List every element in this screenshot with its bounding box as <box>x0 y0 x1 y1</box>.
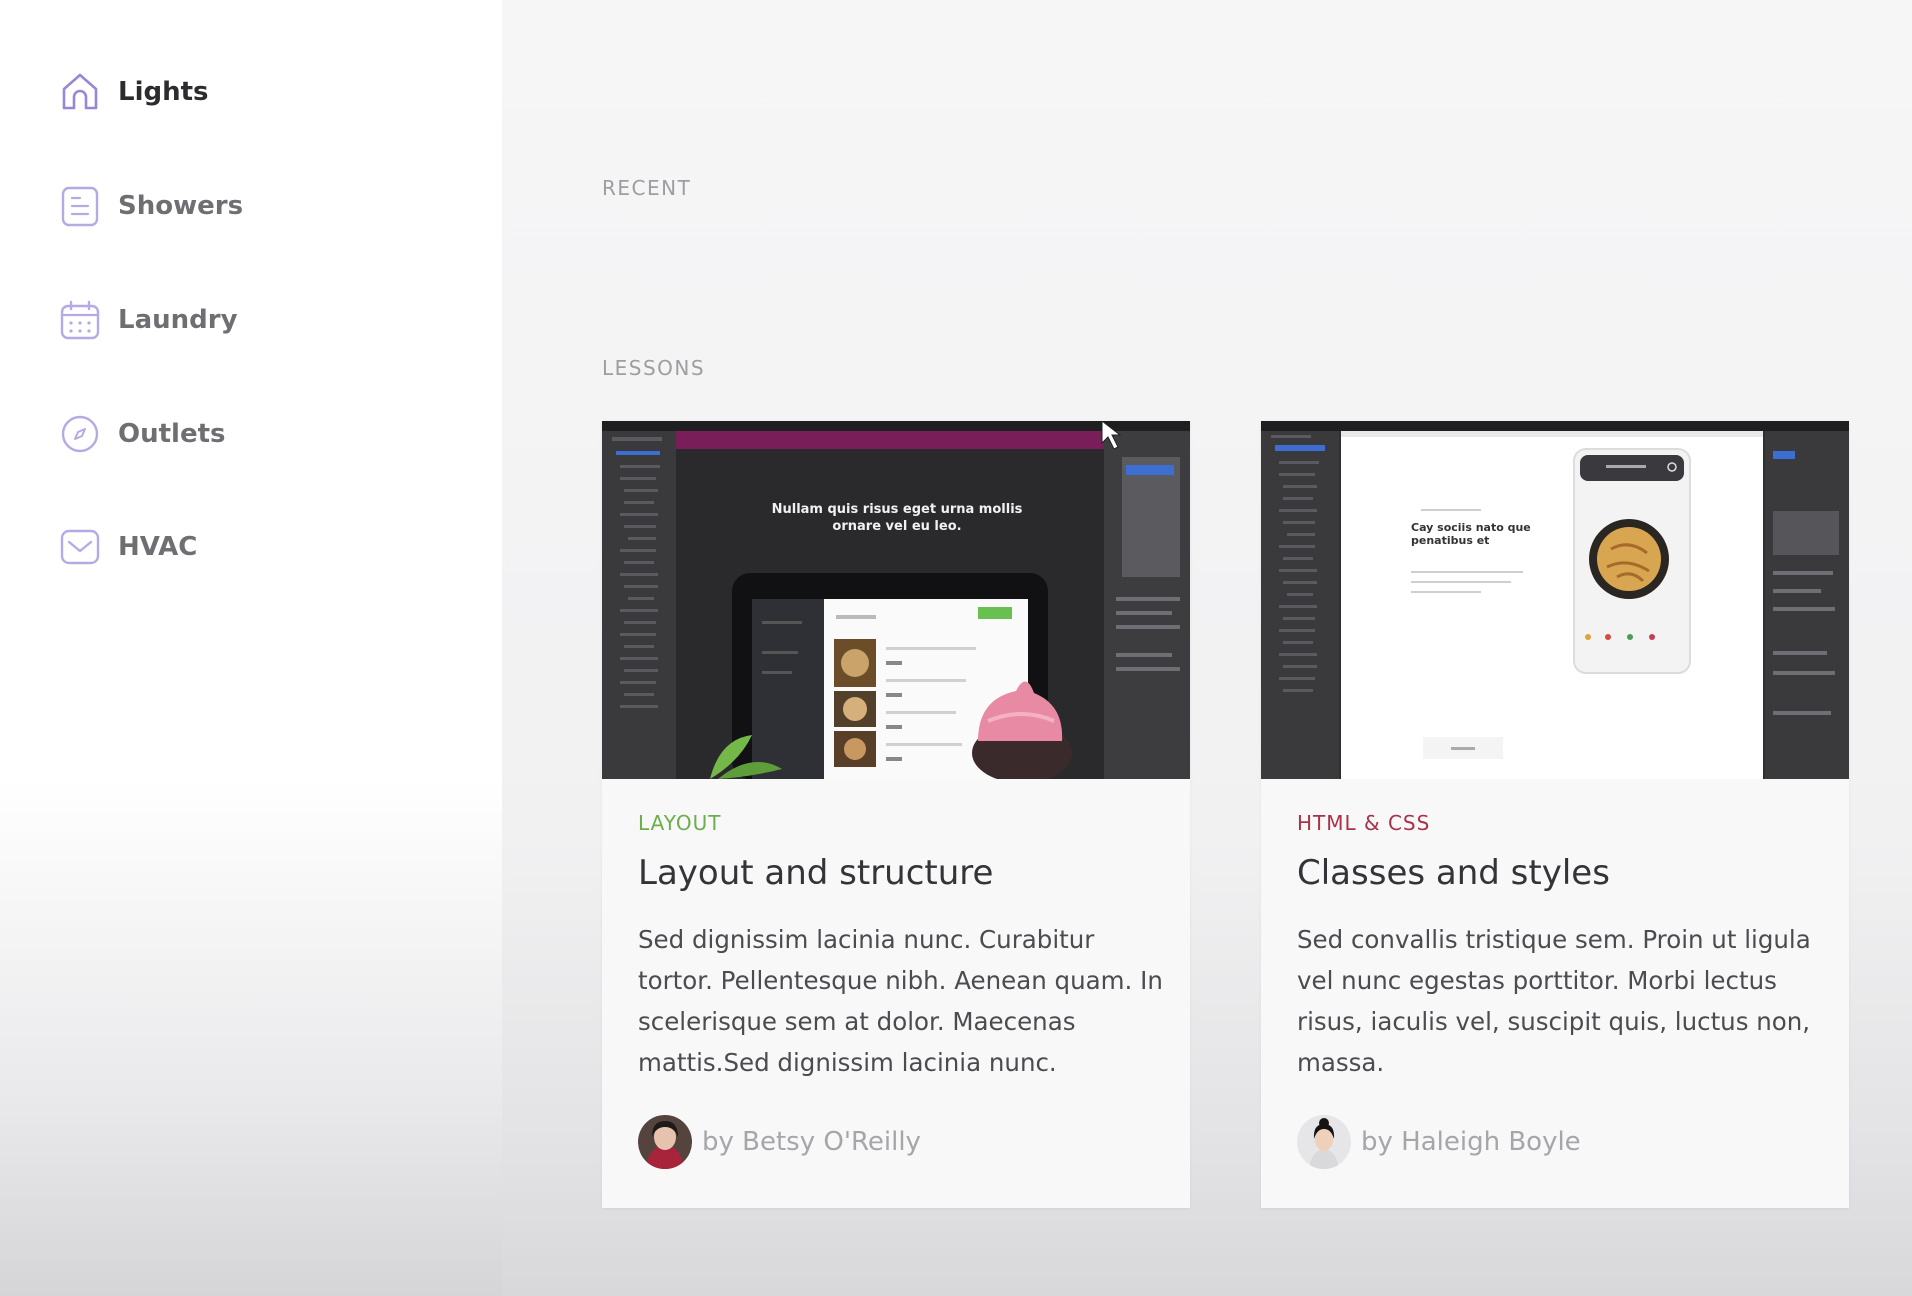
sidebar-item-laundry[interactable]: Laundry <box>58 295 238 345</box>
sidebar-item-hvac[interactable]: HVAC <box>58 522 197 572</box>
lesson-thumbnail: Nullam quis risus eget urna mollis ornar… <box>602 421 1190 779</box>
compass-icon <box>61 415 99 453</box>
card-title[interactable]: Classes and styles <box>1297 853 1610 893</box>
card-title[interactable]: Layout and structure <box>638 853 993 893</box>
sidebar-item-lights[interactable]: Lights <box>58 67 209 117</box>
card-author[interactable]: by Betsy O'Reilly <box>638 1114 921 1170</box>
calendar-icon <box>60 300 100 340</box>
recent-section-label: RECENT <box>602 176 692 200</box>
sidebar-item-outlets[interactable]: Outlets <box>58 409 226 459</box>
avatar <box>1297 1115 1351 1169</box>
sidebar: Lights Showers Laundry Outlets HVAC <box>0 0 502 1296</box>
card-category: HTML & CSS <box>1297 811 1431 835</box>
lesson-card-classes[interactable]: Cay sociis nato que penatibus et HTML & … <box>1261 421 1849 1208</box>
thumbnail-headline: Nullam quis risus eget urna mollis ornar… <box>771 502 1023 534</box>
inbox-icon <box>60 529 100 565</box>
card-description: Sed dignissim lacinia nunc. Curabitur to… <box>638 925 1163 1077</box>
home-icon <box>62 73 98 110</box>
lessons-section-label: LESSONS <box>602 356 706 380</box>
sidebar-item-label: HVAC <box>118 532 198 562</box>
sidebar-item-label: Outlets <box>118 419 226 449</box>
sidebar-item-label: Laundry <box>118 305 238 335</box>
thumbnail-headline: Cay sociis nato que penatibus et <box>1411 521 1531 547</box>
sidebar-item-label: Lights <box>118 77 209 107</box>
avatar <box>638 1115 692 1169</box>
lesson-card-layout[interactable]: Nullam quis risus eget urna mollis ornar… <box>602 421 1190 1208</box>
author-name: by Haleigh Boyle <box>1361 1127 1581 1157</box>
sidebar-item-showers[interactable]: Showers <box>58 181 243 231</box>
author-name: by Betsy O'Reilly <box>702 1127 921 1157</box>
card-description: Sed convallis tristique sem. Proin ut li… <box>1297 925 1811 1077</box>
sidebar-item-label: Showers <box>118 191 244 221</box>
document-icon <box>61 186 99 227</box>
card-category: LAYOUT <box>638 811 722 835</box>
main-content: RECENT LESSONS Nullam quis risus eget ur… <box>502 0 1912 1296</box>
card-author[interactable]: by Haleigh Boyle <box>1297 1114 1581 1170</box>
lesson-thumbnail: Cay sociis nato que penatibus et <box>1261 421 1849 779</box>
